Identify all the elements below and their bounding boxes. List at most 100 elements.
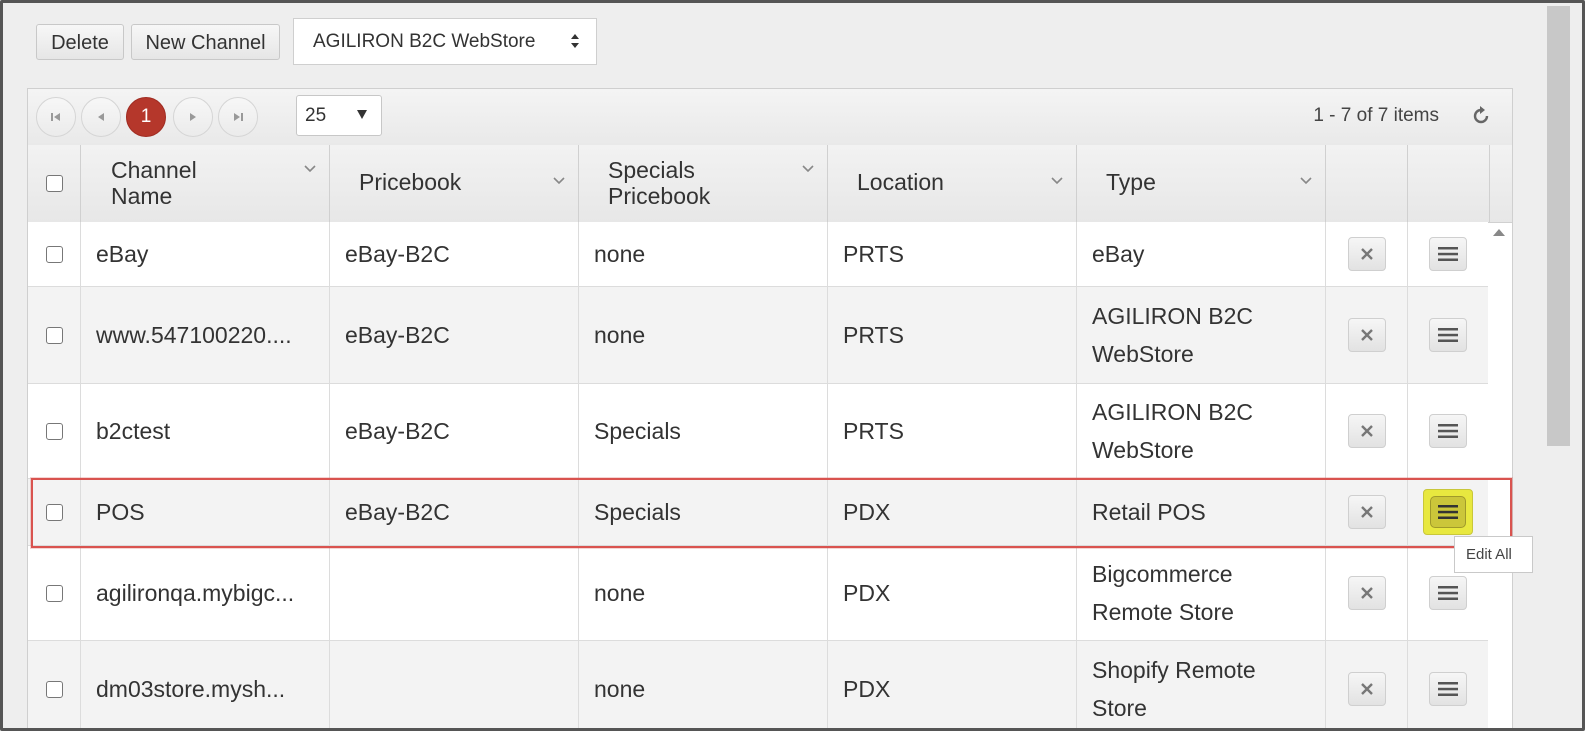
type-text: AGILIRON B2C	[1092, 399, 1254, 425]
row-checkbox-cell	[28, 384, 81, 478]
cell-channel-name: eBay	[81, 222, 330, 286]
delete-row-button[interactable]	[1347, 495, 1386, 529]
column-label-line: Name	[111, 183, 173, 209]
row-checkbox-cell	[28, 546, 81, 640]
type-text: Remote Store	[1092, 599, 1234, 625]
delete-row-button[interactable]	[1347, 414, 1386, 448]
delete-cell	[1326, 222, 1408, 286]
close-icon	[1360, 425, 1373, 437]
cell-pricebook: eBay-B2C	[330, 479, 579, 545]
delete-cell	[1326, 384, 1408, 478]
close-icon	[1360, 248, 1373, 260]
column-header-type[interactable]: Type	[1077, 145, 1326, 222]
column-header-location[interactable]: Location	[828, 145, 1077, 222]
scroll-up-arrow-icon[interactable]	[1493, 229, 1505, 236]
hamburger-menu-icon	[1438, 424, 1458, 438]
row-checkbox[interactable]	[45, 584, 63, 602]
edit-all-menu-button-inner	[1430, 496, 1466, 528]
row-checkbox[interactable]	[45, 422, 63, 440]
cell-channel-name: b2ctest	[81, 384, 330, 478]
cell-channel-name: POS	[81, 479, 330, 545]
next-page-icon	[190, 113, 196, 121]
type-text: eBay	[1092, 241, 1145, 267]
sort-chevron-down-icon[interactable]	[552, 175, 566, 185]
row-menu-button[interactable]	[1429, 318, 1467, 352]
column-header-pricebook[interactable]: Pricebook	[330, 145, 579, 222]
last-page-button[interactable]	[218, 97, 258, 137]
cell-channel-name: agilironqa.mybigc...	[81, 546, 330, 640]
row-menu-button[interactable]	[1429, 237, 1467, 271]
select-all-checkbox[interactable]	[45, 175, 63, 192]
cell-location: PDX	[828, 546, 1077, 640]
cell-location: PDX	[828, 641, 1077, 728]
delete-row-button[interactable]	[1347, 672, 1386, 706]
cell-specials: none	[579, 287, 828, 383]
cell-location: PDX	[828, 479, 1077, 545]
row-checkbox[interactable]	[45, 503, 63, 521]
next-page-button[interactable]	[173, 97, 213, 137]
cell-pricebook: eBay-B2C	[330, 384, 579, 478]
type-text: Shopify Remote	[1092, 657, 1256, 683]
cell-specials: none	[579, 641, 828, 728]
select-arrows-icon	[571, 34, 579, 48]
column-header-specials-pricebook[interactable]: Specials Pricebook	[579, 145, 828, 222]
sort-chevron-down-icon[interactable]	[801, 163, 815, 173]
table-row-selected[interactable]: POS eBay-B2C Specials PDX Retail POS	[28, 479, 1488, 546]
new-channel-button[interactable]: New Channel	[131, 24, 280, 60]
hamburger-menu-icon	[1438, 247, 1458, 261]
first-page-button[interactable]	[36, 97, 76, 137]
delete-row-button[interactable]	[1347, 237, 1386, 271]
column-label-line: Specials	[608, 157, 695, 183]
page-number-current[interactable]: 1	[126, 97, 166, 137]
row-checkbox[interactable]	[45, 680, 63, 698]
hamburger-menu-icon	[1438, 586, 1458, 600]
cell-type: AGILIRON B2C WebStore	[1077, 287, 1326, 383]
sort-chevron-down-icon[interactable]	[1299, 175, 1313, 185]
cell-pricebook	[330, 641, 579, 728]
row-menu-button[interactable]	[1429, 414, 1467, 448]
close-icon	[1360, 506, 1373, 518]
cell-channel-name: www.547100220....	[81, 287, 330, 383]
prev-page-button[interactable]	[81, 97, 121, 137]
type-text: Store	[1092, 695, 1147, 721]
cell-type: AGILIRON B2C WebStore	[1077, 384, 1326, 478]
refresh-icon[interactable]	[1470, 105, 1492, 127]
delete-row-button[interactable]	[1347, 318, 1386, 352]
row-menu-button[interactable]	[1429, 672, 1467, 706]
hamburger-menu-icon	[1438, 505, 1458, 519]
close-icon	[1360, 683, 1373, 695]
table-row[interactable]: www.547100220.... eBay-B2C none PRTS AGI…	[28, 287, 1488, 384]
cell-pricebook: eBay-B2C	[330, 222, 579, 286]
edit-all-menu-button[interactable]	[1423, 489, 1473, 535]
delete-cell	[1326, 546, 1408, 640]
row-checkbox-cell	[28, 641, 81, 728]
delete-cell	[1326, 479, 1408, 545]
page-size-select[interactable]: 25	[296, 95, 382, 136]
delete-cell	[1326, 287, 1408, 383]
sort-chevron-down-icon[interactable]	[1050, 175, 1064, 185]
table-row[interactable]: eBay eBay-B2C none PRTS eBay	[28, 222, 1488, 287]
row-checkbox-cell	[28, 287, 81, 383]
column-header-channel-name[interactable]: Channel Name	[81, 145, 330, 222]
row-menu-button[interactable]	[1429, 576, 1467, 610]
table-row[interactable]: agilironqa.mybigc... none PDX Bigcommerc…	[28, 546, 1488, 641]
sort-chevron-down-icon[interactable]	[303, 163, 317, 173]
store-select[interactable]: AGILIRON B2C WebStore	[293, 18, 597, 65]
cell-specials: Specials	[579, 384, 828, 478]
column-label: Pricebook	[359, 169, 462, 195]
prev-page-icon	[98, 113, 104, 121]
store-select-value: AGILIRON B2C WebStore	[313, 31, 536, 52]
close-icon	[1360, 587, 1373, 599]
delete-button[interactable]: Delete	[36, 24, 124, 60]
cell-type: Retail POS	[1077, 479, 1326, 545]
row-checkbox[interactable]	[45, 326, 63, 344]
cell-type: eBay	[1077, 222, 1326, 286]
hamburger-menu-icon	[1438, 328, 1458, 342]
page-size-value: 25	[305, 105, 327, 126]
page-scrollbar[interactable]	[1547, 6, 1570, 446]
table-row[interactable]: b2ctest eBay-B2C Specials PRTS AGILIRON …	[28, 384, 1488, 479]
delete-row-button[interactable]	[1347, 576, 1386, 610]
table-row[interactable]: dm03store.mysh... none PDX Shopify Remot…	[28, 641, 1488, 728]
row-checkbox[interactable]	[45, 245, 63, 263]
column-label-line: Channel	[111, 157, 197, 183]
